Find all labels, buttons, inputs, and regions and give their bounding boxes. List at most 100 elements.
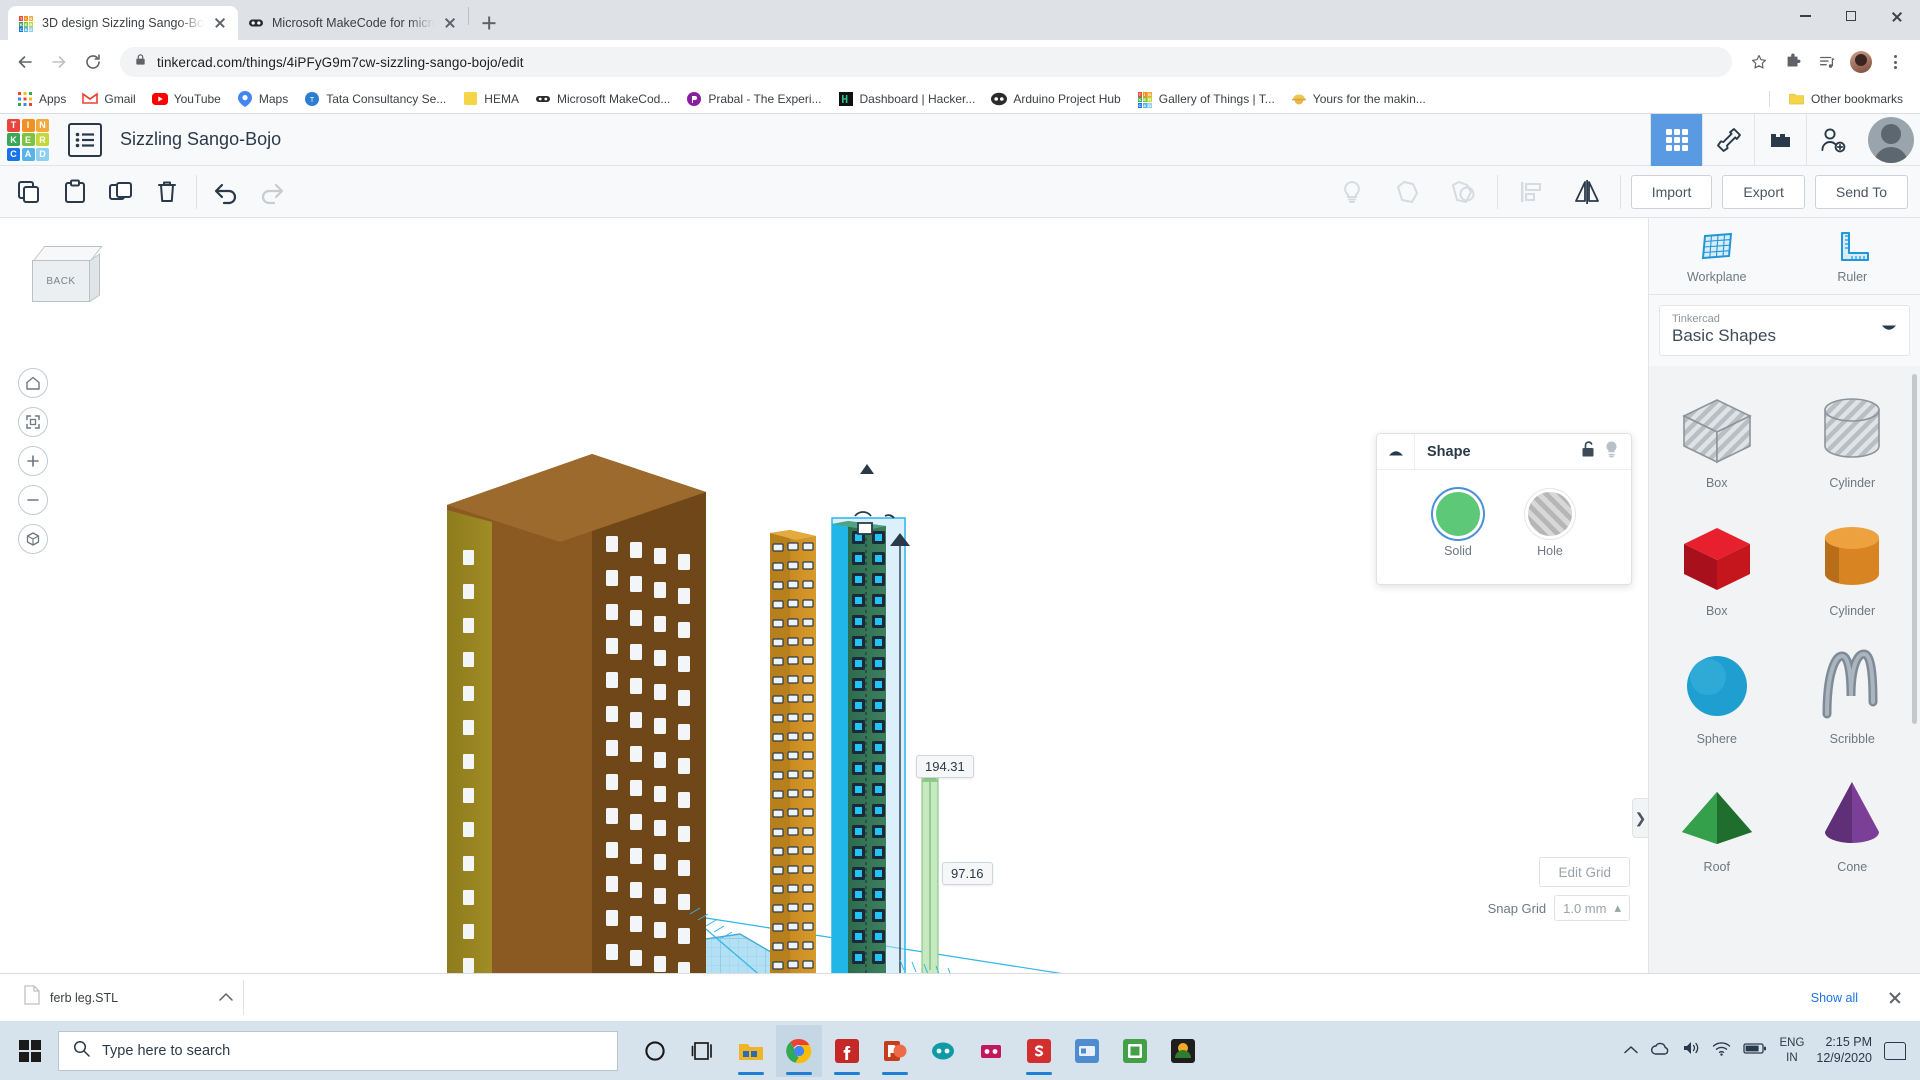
- shape-item-cylinder[interactable]: Cylinder: [1785, 508, 1920, 632]
- bulb-icon[interactable]: [1332, 172, 1372, 212]
- caret-up-icon[interactable]: [219, 989, 233, 1007]
- chevron-up-icon[interactable]: [1624, 1042, 1639, 1060]
- clock[interactable]: 2:15 PM 12/9/2020: [1816, 1035, 1872, 1066]
- bookmark-tata[interactable]: T Tata Consultancy Se...: [297, 88, 453, 110]
- copy-icon[interactable]: [9, 172, 49, 212]
- star-icon[interactable]: [1744, 47, 1774, 77]
- align-icon[interactable]: [1511, 172, 1551, 212]
- cortana-circle-icon[interactable]: [632, 1025, 678, 1077]
- bookmark-prabal[interactable]: Prabal - The Experi...: [679, 88, 828, 110]
- window-close-button[interactable]: [1874, 0, 1920, 32]
- bulb-icon[interactable]: [1604, 440, 1619, 463]
- bookmark-gmail[interactable]: Gmail: [75, 88, 142, 110]
- teams-app-icon[interactable]: [1064, 1025, 1110, 1077]
- duplicate-icon[interactable]: [101, 172, 141, 212]
- task-view-icon[interactable]: [680, 1025, 726, 1077]
- add-person-icon[interactable]: [1806, 113, 1858, 166]
- facebook-icon[interactable]: [824, 1025, 870, 1077]
- 3d-scene[interactable]: [0, 218, 1640, 973]
- bookmark-youtube[interactable]: YouTube: [145, 88, 228, 110]
- hammer-icon[interactable]: [1702, 113, 1754, 166]
- bookmark-maps[interactable]: Maps: [230, 88, 295, 110]
- arduino-icon[interactable]: [920, 1025, 966, 1077]
- close-icon[interactable]: [1884, 987, 1906, 1009]
- browser-tab-tinkercad[interactable]: TIN KER CAD 3D design Sizzling Sango-Boj…: [8, 6, 238, 40]
- puzzle-icon[interactable]: [1778, 47, 1808, 77]
- reading-list-icon[interactable]: [1812, 47, 1842, 77]
- chrome-icon[interactable]: [776, 1024, 822, 1077]
- close-icon[interactable]: [442, 15, 458, 31]
- makecode-icon[interactable]: [968, 1025, 1014, 1077]
- brick-icon[interactable]: [1754, 113, 1806, 166]
- other-bookmarks-folder[interactable]: Other bookmarks: [1782, 88, 1910, 110]
- redo-icon[interactable]: [252, 172, 292, 212]
- 3d-viewport[interactable]: BACK 194.31 97.16 Shape Solid Hole ❯ Edi…: [0, 218, 1648, 973]
- back-arrow-icon[interactable]: [10, 47, 40, 77]
- shape-library-grid[interactable]: Box Cylinder Box Cylinder Sphere Scribbl…: [1649, 366, 1920, 973]
- snap-grid-select[interactable]: 1.0 mm ▴: [1554, 895, 1630, 921]
- shape-item-box-hole[interactable]: Box: [1649, 380, 1785, 504]
- new-tab-button[interactable]: [475, 9, 503, 37]
- import-button[interactable]: Import: [1630, 174, 1713, 209]
- grid-icon[interactable]: [1650, 113, 1702, 166]
- page-title[interactable]: Sizzling Sango-Bojo: [120, 129, 281, 150]
- shape-option-solid[interactable]: Solid: [1436, 492, 1480, 558]
- kebab-menu-icon[interactable]: [1880, 47, 1910, 77]
- green-app-icon[interactable]: [1112, 1025, 1158, 1077]
- dimension-label-offset[interactable]: 97.16: [942, 862, 993, 885]
- shape-item-box[interactable]: Box: [1649, 508, 1785, 632]
- sidebar-item-workplane[interactable]: Workplane: [1649, 230, 1785, 284]
- bookmark-hema[interactable]: HEMA: [455, 88, 526, 110]
- minimize-button[interactable]: [1782, 0, 1828, 32]
- mirror-icon[interactable]: [1567, 172, 1607, 212]
- shape-item-roof[interactable]: Roof: [1649, 764, 1785, 888]
- wifi-icon[interactable]: [1712, 1041, 1731, 1061]
- battery-icon[interactable]: [1743, 1042, 1767, 1060]
- caret-down-icon[interactable]: [1881, 321, 1897, 339]
- bookmark-instructables[interactable]: Yours for the makin...: [1284, 88, 1433, 110]
- sidebar-scrollbar[interactable]: [1912, 374, 1917, 724]
- notification-icon[interactable]: [1884, 1041, 1906, 1060]
- windows-start-icon[interactable]: [6, 1027, 54, 1075]
- language-indicator[interactable]: ENG IN: [1779, 1036, 1804, 1065]
- shape-option-hole[interactable]: Hole: [1528, 492, 1572, 558]
- paste-icon[interactable]: [55, 172, 95, 212]
- profile-avatar[interactable]: [1846, 47, 1876, 77]
- maximize-button[interactable]: [1828, 0, 1874, 32]
- undo-icon[interactable]: [206, 172, 246, 212]
- download-item[interactable]: ferb leg.STL: [14, 980, 244, 1015]
- bookmark-arduino[interactable]: Arduino Project Hub: [984, 88, 1127, 110]
- hole-swatch[interactable]: [1528, 492, 1572, 536]
- folder-icon[interactable]: [728, 1025, 774, 1077]
- trash-icon[interactable]: [147, 172, 187, 212]
- list-menu-icon[interactable]: [68, 122, 102, 157]
- search-input[interactable]: Type here to search: [58, 1030, 618, 1071]
- sidebar-item-ruler[interactable]: Ruler: [1785, 230, 1920, 284]
- bookmark-gallery[interactable]: TIN KER CAD Gallery of Things | T...: [1130, 88, 1282, 110]
- shape-item-cylinder-hole[interactable]: Cylinder: [1785, 380, 1920, 504]
- powerpoint-icon[interactable]: [872, 1025, 918, 1077]
- shape-item-sphere[interactable]: Sphere: [1649, 636, 1785, 760]
- close-icon[interactable]: [212, 15, 228, 31]
- browser-tab-makecode[interactable]: Microsoft MakeCode for micro:bi: [238, 6, 468, 40]
- address-bar[interactable]: tinkercad.com/things/4iPFyG9m7cw-sizzlin…: [120, 47, 1732, 77]
- s-app-icon[interactable]: [1016, 1025, 1062, 1077]
- bookmark-hackster[interactable]: Dashboard | Hacker...: [831, 88, 983, 110]
- shape-item-scribble[interactable]: Scribble: [1785, 636, 1920, 760]
- group-icon[interactable]: [1388, 172, 1428, 212]
- avatar[interactable]: [1868, 116, 1914, 163]
- caret-up-icon[interactable]: [1377, 433, 1415, 470]
- ungroup-icon[interactable]: [1444, 172, 1484, 212]
- shape-library-select[interactable]: Tinkercad Basic Shapes: [1659, 305, 1910, 356]
- export-button[interactable]: Export: [1722, 174, 1805, 209]
- tinkercad-logo[interactable]: TIN KER CAD: [0, 114, 56, 166]
- unlock-icon[interactable]: [1581, 440, 1596, 463]
- shape-item-cone[interactable]: Cone: [1785, 764, 1920, 888]
- bookmark-apps[interactable]: Apps: [10, 88, 73, 110]
- show-all-button[interactable]: Show all: [1799, 985, 1870, 1011]
- forward-arrow-icon[interactable]: [44, 47, 74, 77]
- bookmark-makecode[interactable]: Microsoft MakeCod...: [528, 88, 677, 110]
- reload-icon[interactable]: [78, 47, 108, 77]
- edit-grid-button[interactable]: Edit Grid: [1539, 857, 1630, 887]
- chevron-right-icon[interactable]: ❯: [1632, 798, 1648, 838]
